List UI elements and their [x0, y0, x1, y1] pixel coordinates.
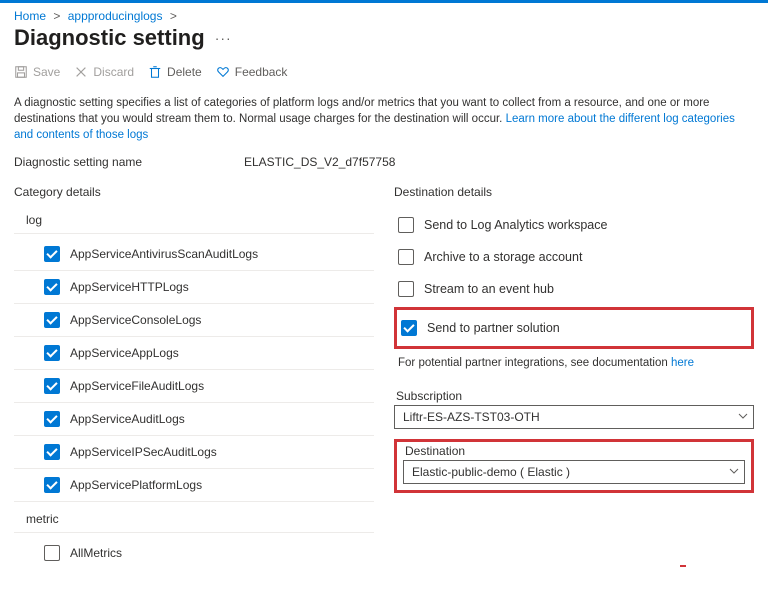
- log-item-label: AppServiceAntivirusScanAuditLogs: [70, 247, 258, 261]
- dest-storage[interactable]: Archive to a storage account: [394, 241, 754, 273]
- subscription-select[interactable]: Liftr-ES-AZS-TST03-OTH: [394, 405, 754, 429]
- checkbox-checked-icon[interactable]: [44, 444, 60, 460]
- more-actions-button[interactable]: ···: [215, 30, 232, 46]
- log-item-label: AppServiceFileAuditLogs: [70, 379, 204, 393]
- partner-note: For potential partner integrations, see …: [394, 351, 754, 383]
- delete-button[interactable]: Delete: [148, 65, 202, 79]
- log-item-label: AppServiceAuditLogs: [70, 412, 185, 426]
- dest-label: Stream to an event hub: [424, 282, 554, 296]
- log-subheader: log: [14, 209, 374, 234]
- checkbox-unchecked-icon[interactable]: [398, 217, 414, 233]
- log-item[interactable]: AppServiceHTTPLogs: [14, 271, 374, 304]
- discard-button[interactable]: Discard: [74, 65, 134, 79]
- log-item[interactable]: AppServiceFileAuditLogs: [14, 370, 374, 403]
- dest-label: Send to partner solution: [427, 321, 560, 335]
- log-item-label: AppServicePlatformLogs: [70, 478, 202, 492]
- dest-log-analytics[interactable]: Send to Log Analytics workspace: [394, 209, 754, 241]
- checkbox-unchecked-icon[interactable]: [44, 545, 60, 561]
- highlight-destination-box: Destination Elastic-public-demo ( Elasti…: [394, 439, 754, 493]
- category-details-header: Category details: [14, 185, 374, 199]
- checkbox-checked-icon[interactable]: [401, 320, 417, 336]
- breadcrumb-resource[interactable]: appproducinglogs: [68, 9, 163, 23]
- checkbox-checked-icon[interactable]: [44, 378, 60, 394]
- toolbar: Save Discard Delete Feedback: [0, 61, 768, 87]
- partner-doc-link[interactable]: here: [671, 357, 694, 369]
- save-label: Save: [33, 65, 60, 79]
- metric-subheader: metric: [14, 508, 374, 533]
- log-item-label: AppServiceHTTPLogs: [70, 280, 189, 294]
- chevron-right-icon: >: [53, 9, 60, 23]
- checkbox-unchecked-icon[interactable]: [398, 249, 414, 265]
- annotation-mark: [680, 565, 686, 567]
- setting-name-value: ELASTIC_DS_V2_d7f57758: [244, 155, 395, 169]
- checkbox-checked-icon[interactable]: [44, 246, 60, 262]
- checkbox-unchecked-icon[interactable]: [398, 281, 414, 297]
- highlight-partner-box: Send to partner solution: [394, 307, 754, 349]
- heart-icon: [216, 65, 230, 79]
- dest-partner[interactable]: Send to partner solution: [397, 312, 747, 344]
- log-item-label: AppServiceConsoleLogs: [70, 313, 201, 327]
- checkbox-checked-icon[interactable]: [44, 312, 60, 328]
- breadcrumb: Home > appproducinglogs >: [0, 3, 768, 23]
- destination-label: Destination: [403, 444, 745, 458]
- destination-details-header: Destination details: [394, 185, 754, 199]
- dest-label: Send to Log Analytics workspace: [424, 218, 607, 232]
- checkbox-checked-icon[interactable]: [44, 345, 60, 361]
- feedback-label: Feedback: [235, 65, 288, 79]
- close-icon: [74, 65, 88, 79]
- subscription-value: Liftr-ES-AZS-TST03-OTH: [394, 405, 754, 429]
- subscription-label: Subscription: [394, 389, 754, 403]
- chevron-right-icon: >: [170, 9, 177, 23]
- log-item[interactable]: AppServiceConsoleLogs: [14, 304, 374, 337]
- log-item[interactable]: AppServiceAuditLogs: [14, 403, 374, 436]
- log-item-label: AppServiceAppLogs: [70, 346, 179, 360]
- log-item[interactable]: AppServicePlatformLogs: [14, 469, 374, 502]
- log-item-label: AppServiceIPSecAuditLogs: [70, 445, 217, 459]
- description-text: A diagnostic setting specifies a list of…: [0, 87, 768, 149]
- destination-select[interactable]: Elastic-public-demo ( Elastic ): [403, 460, 745, 484]
- breadcrumb-home[interactable]: Home: [14, 9, 46, 23]
- dest-label: Archive to a storage account: [424, 250, 582, 264]
- checkbox-checked-icon[interactable]: [44, 411, 60, 427]
- log-item[interactable]: AppServiceIPSecAuditLogs: [14, 436, 374, 469]
- page-title: Diagnostic setting: [14, 25, 205, 51]
- metric-item-label: AllMetrics: [70, 546, 122, 560]
- setting-name-label: Diagnostic setting name: [14, 155, 244, 169]
- discard-label: Discard: [93, 65, 134, 79]
- delete-label: Delete: [167, 65, 202, 79]
- save-icon: [14, 65, 28, 79]
- destination-value: Elastic-public-demo ( Elastic ): [403, 460, 745, 484]
- log-item[interactable]: AppServiceAppLogs: [14, 337, 374, 370]
- checkbox-checked-icon[interactable]: [44, 279, 60, 295]
- checkbox-checked-icon[interactable]: [44, 477, 60, 493]
- feedback-button[interactable]: Feedback: [216, 65, 288, 79]
- log-item[interactable]: AppServiceAntivirusScanAuditLogs: [14, 238, 374, 271]
- save-button[interactable]: Save: [14, 65, 60, 79]
- trash-icon: [148, 65, 162, 79]
- dest-eventhub[interactable]: Stream to an event hub: [394, 273, 754, 305]
- metric-item[interactable]: AllMetrics: [14, 537, 374, 569]
